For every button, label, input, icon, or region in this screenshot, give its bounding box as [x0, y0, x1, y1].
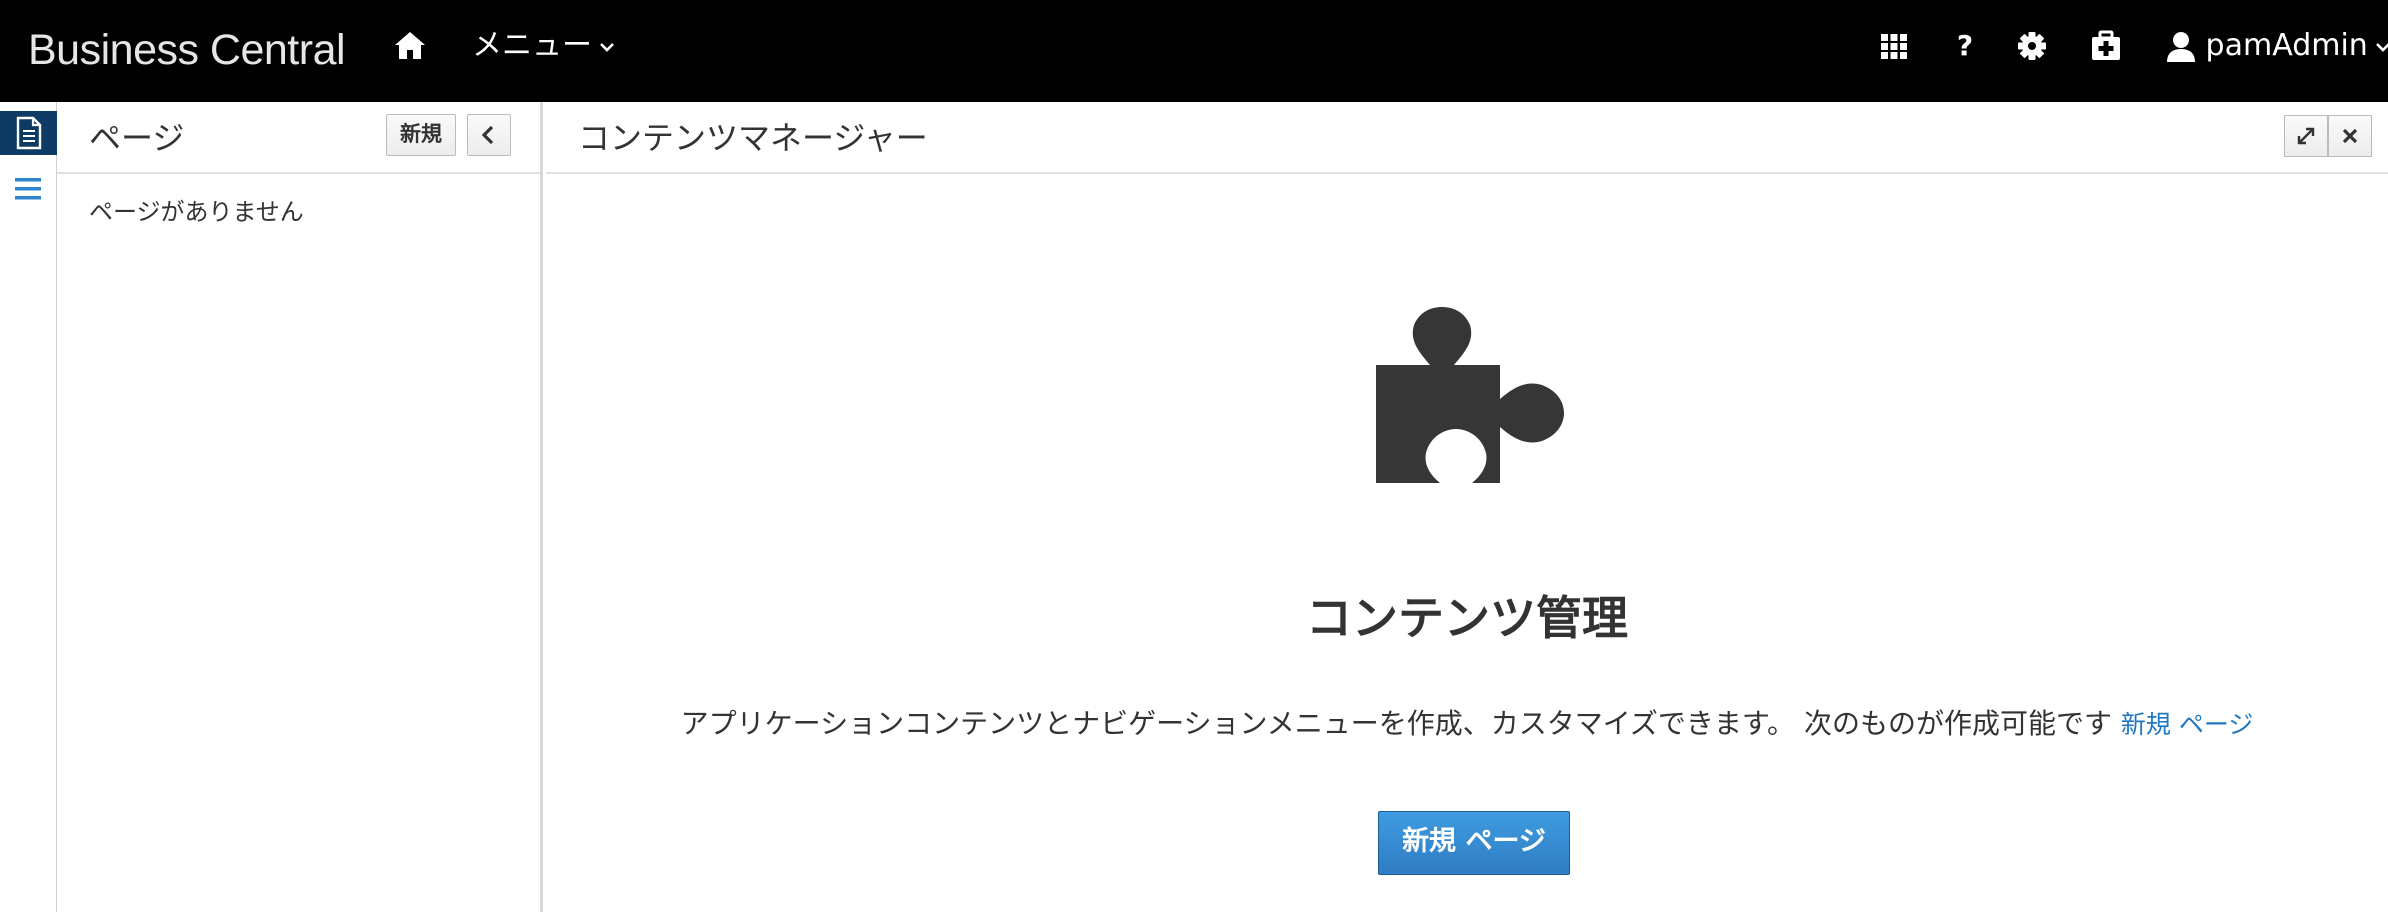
gear-icon[interactable]: [2012, 26, 2052, 66]
chevron-down-icon: [2375, 42, 2388, 52]
user-icon: [2167, 31, 2195, 62]
pages-panel-title: ページ: [89, 119, 185, 157]
user-name: pamAdmin: [2205, 28, 2368, 63]
no-pages-text: ページがありません: [89, 198, 304, 226]
content-manager-title: コンテンツマネージャー: [578, 119, 928, 157]
help-icon[interactable]: ?: [1950, 22, 1980, 70]
left-icon-rail: [0, 102, 57, 912]
chevron-down-icon: [600, 42, 614, 52]
close-button[interactable]: [2328, 115, 2372, 157]
home-icon[interactable]: [392, 28, 428, 64]
rail-pages-button[interactable]: [0, 111, 57, 155]
content-manager-header: コンテンツマネージャー: [546, 102, 2388, 174]
content-manager-panel: コンテンツマネージャー コンテンツ管理 アプリケーションコンテンツとナビゲーショ…: [546, 102, 2388, 912]
empty-state-title: コンテンツ管理: [1306, 591, 1628, 645]
chevron-left-icon: [481, 125, 494, 145]
expand-icon: [2297, 127, 2315, 145]
new-page-link[interactable]: 新規 ページ: [2121, 710, 2253, 739]
menu-label: メニュー: [472, 28, 592, 63]
puzzle-piece-icon: [1376, 307, 1564, 483]
user-dropdown[interactable]: pamAdmin: [2166, 22, 2388, 70]
collapse-panel-button[interactable]: [467, 114, 511, 156]
close-icon: [2342, 128, 2358, 144]
app-launcher-icon[interactable]: [1874, 26, 1914, 66]
description-text: アプリケーションコンテンツとナビゲーションメニューを作成、カスタマイズできます。…: [680, 707, 2112, 740]
document-icon: [16, 116, 42, 150]
pages-panel: ページ 新規 ページがありません: [57, 102, 543, 912]
empty-state-description: アプリケーションコンテンツとナビゲーションメニューを作成、カスタマイズできます。…: [546, 702, 2388, 742]
menu-dropdown[interactable]: メニュー: [472, 22, 616, 70]
first-aid-kit-icon[interactable]: [2086, 26, 2126, 66]
new-page-button[interactable]: 新規: [386, 114, 456, 156]
pages-panel-header: ページ 新規: [57, 102, 540, 174]
maximize-button[interactable]: [2284, 115, 2328, 157]
rail-navigation-button[interactable]: [0, 168, 57, 212]
hamburger-menu-icon: [15, 178, 41, 200]
brand-logo[interactable]: Business Central: [28, 20, 346, 80]
top-navbar: Business Central メニュー ? pamAdmin: [0, 0, 2388, 102]
create-new-page-button[interactable]: 新規 ページ: [1378, 811, 1570, 875]
